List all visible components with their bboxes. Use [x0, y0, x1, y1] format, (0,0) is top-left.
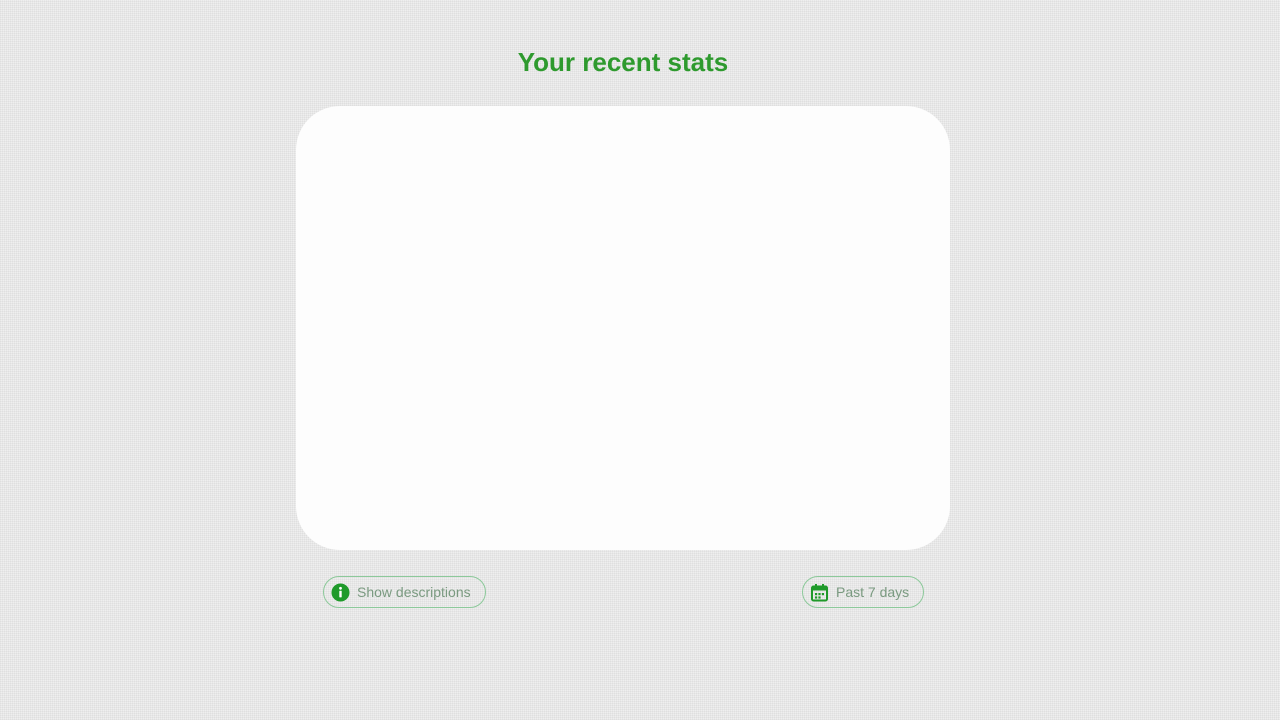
- show-descriptions-label: Show descriptions: [357, 584, 471, 600]
- calendar-icon: [810, 583, 829, 602]
- date-range-button[interactable]: Past 7 days: [802, 576, 924, 608]
- show-descriptions-button[interactable]: Show descriptions: [323, 576, 486, 608]
- date-range-label: Past 7 days: [836, 584, 910, 600]
- stats-card: [296, 106, 950, 550]
- page-title: Your recent stats: [517, 47, 729, 77]
- info-icon: [331, 583, 350, 602]
